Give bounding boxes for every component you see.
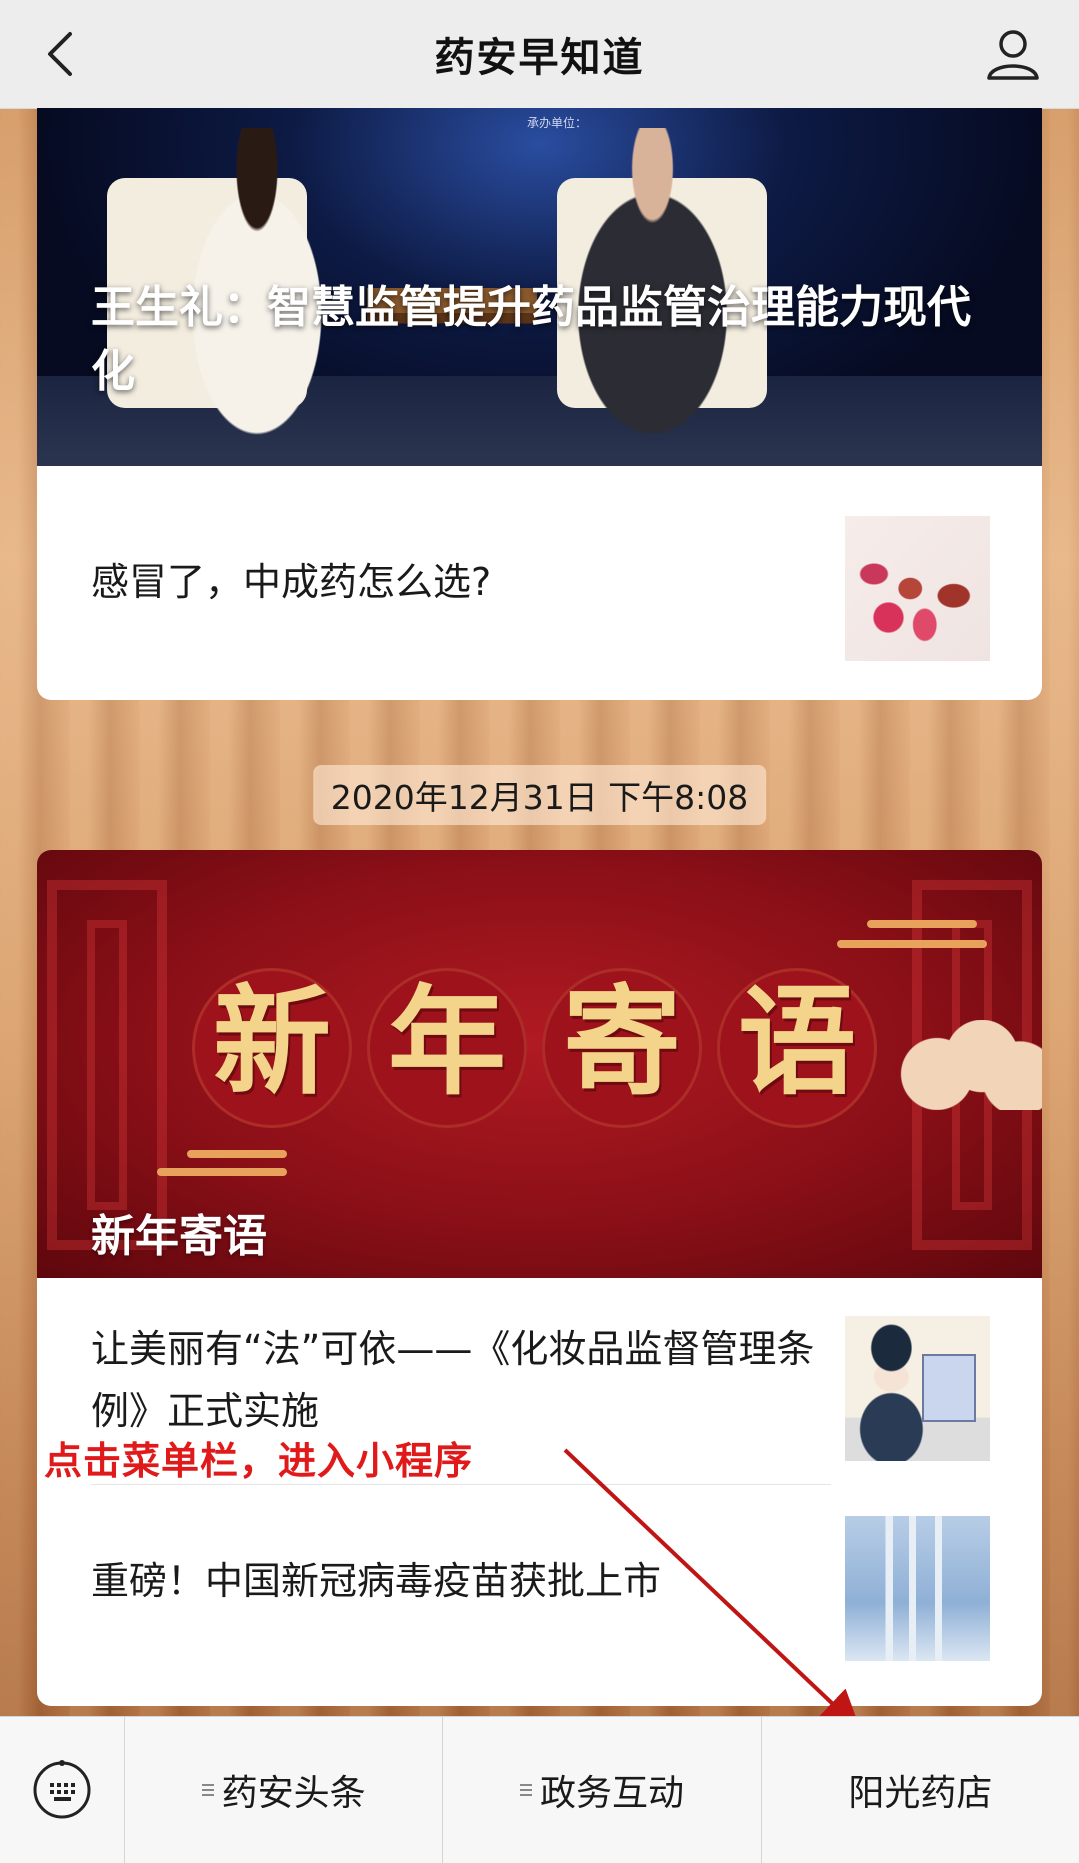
user-profile-icon[interactable] [983, 24, 1043, 84]
swirl-decoration [187, 1150, 287, 1158]
hero-char: 新 [212, 972, 331, 1111]
list-item[interactable]: 重磅！中国新冠病毒疫苗获批上市 [37, 1490, 1042, 1706]
instruction-annotation: 点击菜单栏，进入小程序 [44, 1439, 474, 1483]
article-title: 感冒了，中成药怎么选? [91, 560, 492, 604]
hero-caption: 新年寄语 [91, 1211, 267, 1262]
keyboard-icon [33, 1760, 91, 1819]
article-thumbnail [845, 516, 990, 661]
page-title: 药安早知道 [434, 35, 645, 81]
top-nav-bar: 药安早知道 [0, 0, 1079, 109]
article-title: 让美丽有“法”可依——《化妆品监督管理条例》正式实施 [91, 1327, 815, 1433]
hero-article-1[interactable]: 承办单位： 王生礼：智慧监管提升药品监管治理能力现代化 [37, 108, 1042, 466]
swirl-decoration [157, 1168, 287, 1176]
menu-lines-icon [201, 1781, 214, 1799]
swirl-decoration [867, 920, 977, 928]
article-card-2: 新 年 寄 语 新年寄语 让美丽有“法”可依——《化妆品监督管理条例》正式实施 … [37, 850, 1042, 1706]
hero-article-2[interactable]: 新 年 寄 语 新年寄语 [37, 850, 1042, 1278]
bottom-menu-bar: 药安头条 政务互动 阳光药店 [0, 1716, 1079, 1863]
hero-caption: 王生礼：智慧监管提升药品监管治理能力现代化 [91, 282, 971, 397]
menu-item-zhengwu-hudong[interactable]: 政务互动 [443, 1717, 762, 1863]
lattice-decoration-left [47, 880, 167, 1250]
menu-item-label: 阳光药店 [848, 1773, 993, 1814]
article-thumbnail [845, 1516, 990, 1661]
swirl-decoration [837, 940, 987, 948]
banner-text: 承办单位： [527, 116, 588, 130]
menu-item-label: 药安头条 [221, 1773, 366, 1814]
hero-char: 年 [387, 972, 506, 1111]
menu-item-yaoan-toutiao[interactable]: 药安头条 [125, 1717, 444, 1863]
hero-char: 寄 [562, 972, 681, 1111]
menu-item-yangguang-yaodian[interactable]: 阳光药店 [762, 1717, 1079, 1863]
article-card-1: 承办单位： 王生礼：智慧监管提升药品监管治理能力现代化 感冒了，中成药怎么选? [37, 108, 1042, 700]
keyboard-toggle[interactable] [0, 1717, 125, 1863]
hero-char: 语 [737, 972, 856, 1111]
menu-lines-icon [519, 1781, 532, 1799]
message-timestamp: 2020年12月31日 下午8:08 [312, 765, 767, 825]
article-thumbnail [845, 1316, 990, 1461]
article-title: 重磅！中国新冠病毒疫苗获批上市 [91, 1559, 662, 1603]
list-item[interactable]: 感冒了，中成药怎么选? [37, 466, 1042, 700]
back-icon[interactable] [36, 26, 92, 82]
menu-item-label: 政务互动 [539, 1773, 684, 1814]
cloud-decoration [892, 1020, 1042, 1110]
